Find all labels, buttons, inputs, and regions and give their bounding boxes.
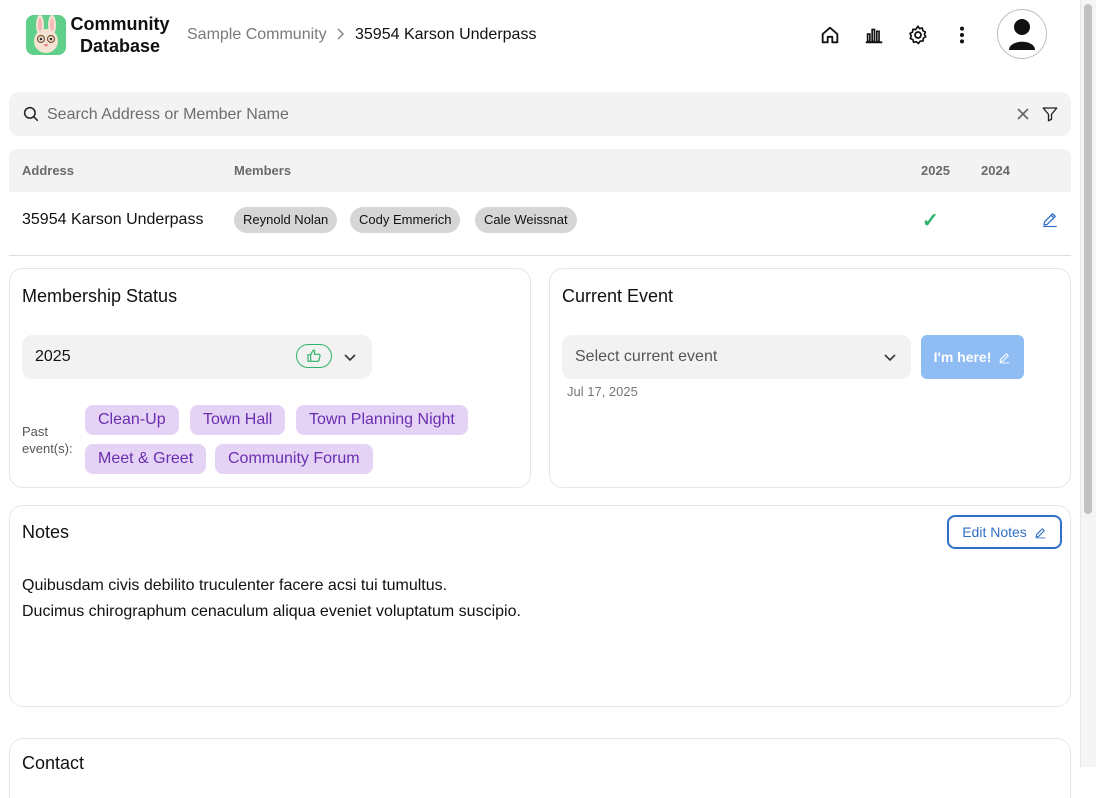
note-text-line: Quibusdam civis debilito truculenter fac…	[22, 577, 448, 594]
year-select[interactable]: 2025	[22, 335, 372, 379]
search-bar	[9, 92, 1071, 138]
breadcrumb-community[interactable]: Sample Community	[187, 25, 327, 45]
past-events-label-line1: Past	[22, 424, 49, 439]
user-avatar-icon[interactable]	[997, 9, 1047, 59]
member-chip[interactable]: Cale Weissnat	[475, 207, 577, 233]
edit-notes-label: Edit Notes	[962, 524, 1027, 540]
thumbs-up-icon	[296, 344, 332, 368]
edit-notes-button[interactable]: Edit Notes	[947, 515, 1062, 549]
edit-row-pencil-icon[interactable]	[1041, 210, 1059, 232]
current-event-date: Jul 17, 2025	[567, 384, 638, 399]
column-header-2024[interactable]: 2024	[981, 163, 1010, 178]
app-name: Community Database	[70, 13, 170, 57]
app-name-line1: Community	[70, 14, 170, 34]
pencil-icon	[1000, 352, 1010, 363]
past-events-label-line2: event(s):	[22, 441, 73, 456]
past-event-tag[interactable]: Clean-Up	[85, 405, 179, 435]
breadcrumb-current: 35954 Karson Underpass	[355, 26, 537, 43]
year-select-value: 2025	[35, 348, 71, 365]
app-logo[interactable]	[26, 15, 66, 55]
column-header-2025[interactable]: 2025	[921, 163, 950, 178]
past-event-tag[interactable]: Town Planning Night	[296, 405, 468, 435]
past-events-label: Past event(s):	[22, 423, 73, 457]
current-event-title: Current Event	[562, 286, 674, 306]
status-2025-check-icon: ✓	[922, 210, 939, 232]
gear-icon[interactable]	[905, 22, 931, 48]
membership-status-title: Membership Status	[22, 286, 178, 306]
chart-icon[interactable]	[861, 22, 887, 48]
notes-title: Notes	[22, 522, 70, 542]
contact-card	[9, 738, 1071, 798]
contact-title: Contact	[22, 753, 85, 773]
pencil-icon	[1035, 527, 1046, 538]
im-here-button[interactable]: I'm here!	[921, 335, 1024, 379]
member-chip[interactable]: Reynold Nolan	[234, 207, 338, 233]
column-header-members[interactable]: Members	[234, 163, 291, 178]
table-header	[9, 149, 1071, 192]
clear-icon[interactable]	[1016, 106, 1030, 126]
past-event-tag[interactable]: Meet & Greet	[85, 444, 207, 474]
chevron-right-icon	[336, 25, 346, 47]
search-input[interactable]	[45, 92, 989, 138]
scrollbar-thumb[interactable]	[1084, 4, 1092, 514]
table-divider	[9, 255, 1071, 256]
app-name-line2: Database	[79, 36, 161, 56]
chevron-down-icon	[882, 349, 898, 369]
search-icon	[22, 105, 40, 127]
column-header-address[interactable]: Address	[22, 163, 74, 178]
home-icon[interactable]	[817, 22, 843, 48]
more-vertical-icon[interactable]	[949, 22, 975, 48]
current-event-select[interactable]: Select current event	[562, 335, 911, 379]
note-text-line: Ducimus chirographum cenaculum aliqua ev…	[22, 603, 521, 620]
past-event-tag[interactable]: Community Forum	[215, 444, 373, 474]
im-here-label: I'm here!	[933, 349, 992, 365]
filter-icon[interactable]	[1041, 105, 1059, 127]
past-event-tag[interactable]: Town Hall	[190, 405, 286, 435]
row-address: 35954 Karson Underpass	[22, 211, 204, 228]
chevron-down-icon	[342, 349, 358, 369]
member-chip[interactable]: Cody Emmerich	[350, 207, 461, 233]
current-event-select-placeholder: Select current event	[575, 348, 718, 365]
